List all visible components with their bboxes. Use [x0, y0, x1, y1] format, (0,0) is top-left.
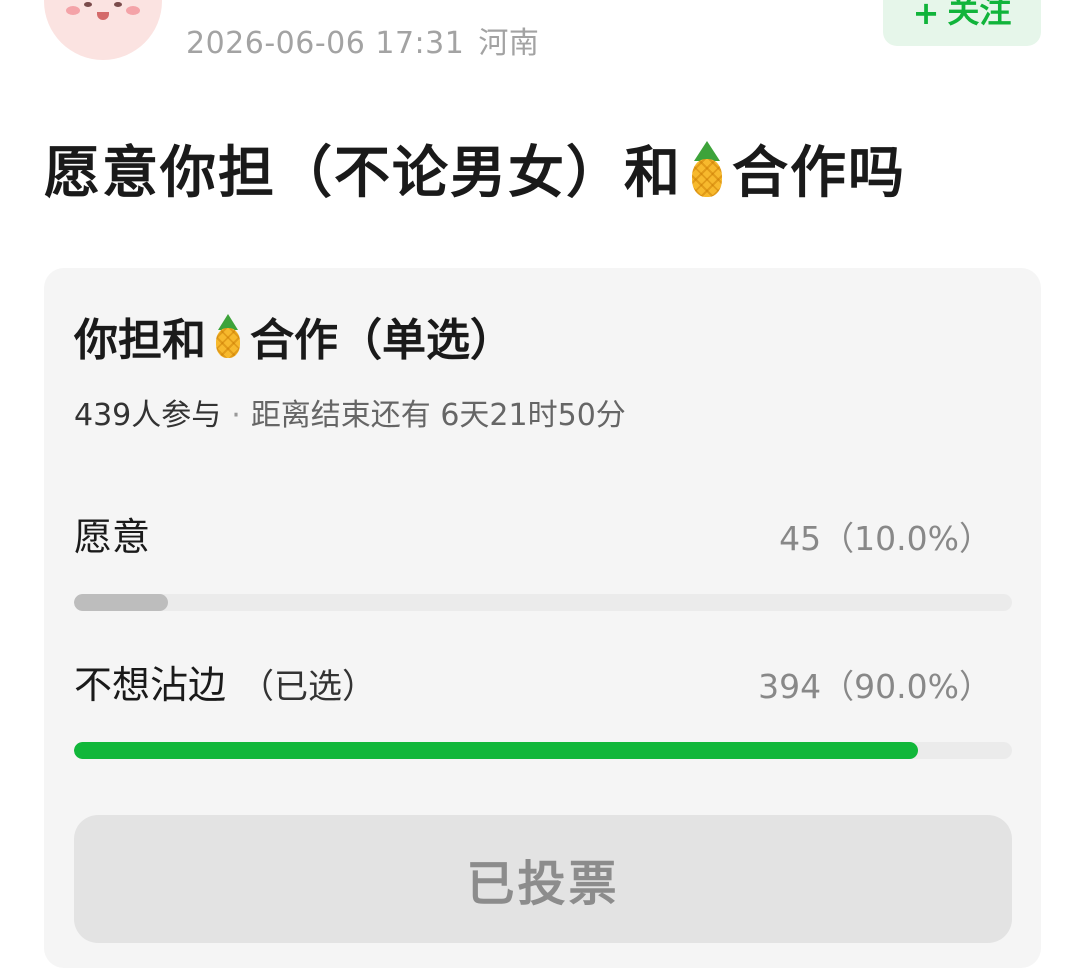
pineapple-icon — [216, 314, 240, 358]
poll-card: 你担和 合作（单选） 439人参与 · 距离结束还有 6天21时50分 愿意 45（… — [44, 268, 1041, 968]
poll-title: 你担和 合作（单选） — [74, 304, 514, 368]
post-location: 河南 — [478, 26, 540, 61]
option-progress-bar — [74, 594, 168, 611]
avatar-cheek-icon — [126, 6, 140, 15]
post-title: 愿意你担（不论男女）和 合作吗 — [44, 128, 906, 209]
option-progress-bar — [74, 742, 919, 759]
poll-option-yes[interactable]: 愿意 45（10.0%） — [74, 506, 1012, 611]
follow-button[interactable]: + 关注 — [883, 0, 1041, 46]
avatar-cheek-icon — [66, 6, 80, 15]
option-label: 愿意 — [74, 515, 151, 559]
poll-stats: 439人参与 · 距离结束还有 6天21时50分 — [74, 390, 626, 434]
avatar-eye-icon — [114, 2, 122, 7]
poll-title-text-end: 合作（单选） — [250, 315, 514, 366]
option-progress-track — [74, 742, 1012, 759]
option-progress-track — [74, 594, 1012, 611]
time-remaining: 距离结束还有 6天21时50分 — [250, 398, 626, 433]
avatar-eye-icon — [84, 2, 92, 7]
follow-label: 关注 — [947, 0, 1012, 30]
option-label: 不想沾边 — [74, 663, 227, 707]
post-timestamp: 2026-06-06 17:31 — [186, 26, 465, 61]
post-title-text-start: 愿意你担（不论男女）和 — [44, 141, 682, 206]
post-title-text-end: 合作吗 — [732, 141, 906, 206]
option-result: 394（90.0%） — [758, 667, 992, 706]
poll-option-no[interactable]: 不想沾边 （已选） 394（90.0%） — [74, 654, 1012, 759]
stats-separator: · — [231, 398, 241, 433]
post-meta: 2026-06-06 17:31 河南 — [186, 18, 539, 62]
selected-indicator: （已选） — [240, 667, 377, 707]
plus-icon: + — [912, 0, 940, 32]
pineapple-icon — [692, 140, 722, 197]
voted-button[interactable]: 已投票 — [74, 815, 1012, 943]
avatar-mouth-icon — [97, 12, 109, 20]
poll-title-text-start: 你担和 — [74, 315, 206, 366]
user-avatar[interactable] — [44, 0, 162, 60]
participant-count: 439人参与 — [74, 398, 222, 433]
option-result: 45（10.0%） — [779, 519, 992, 558]
